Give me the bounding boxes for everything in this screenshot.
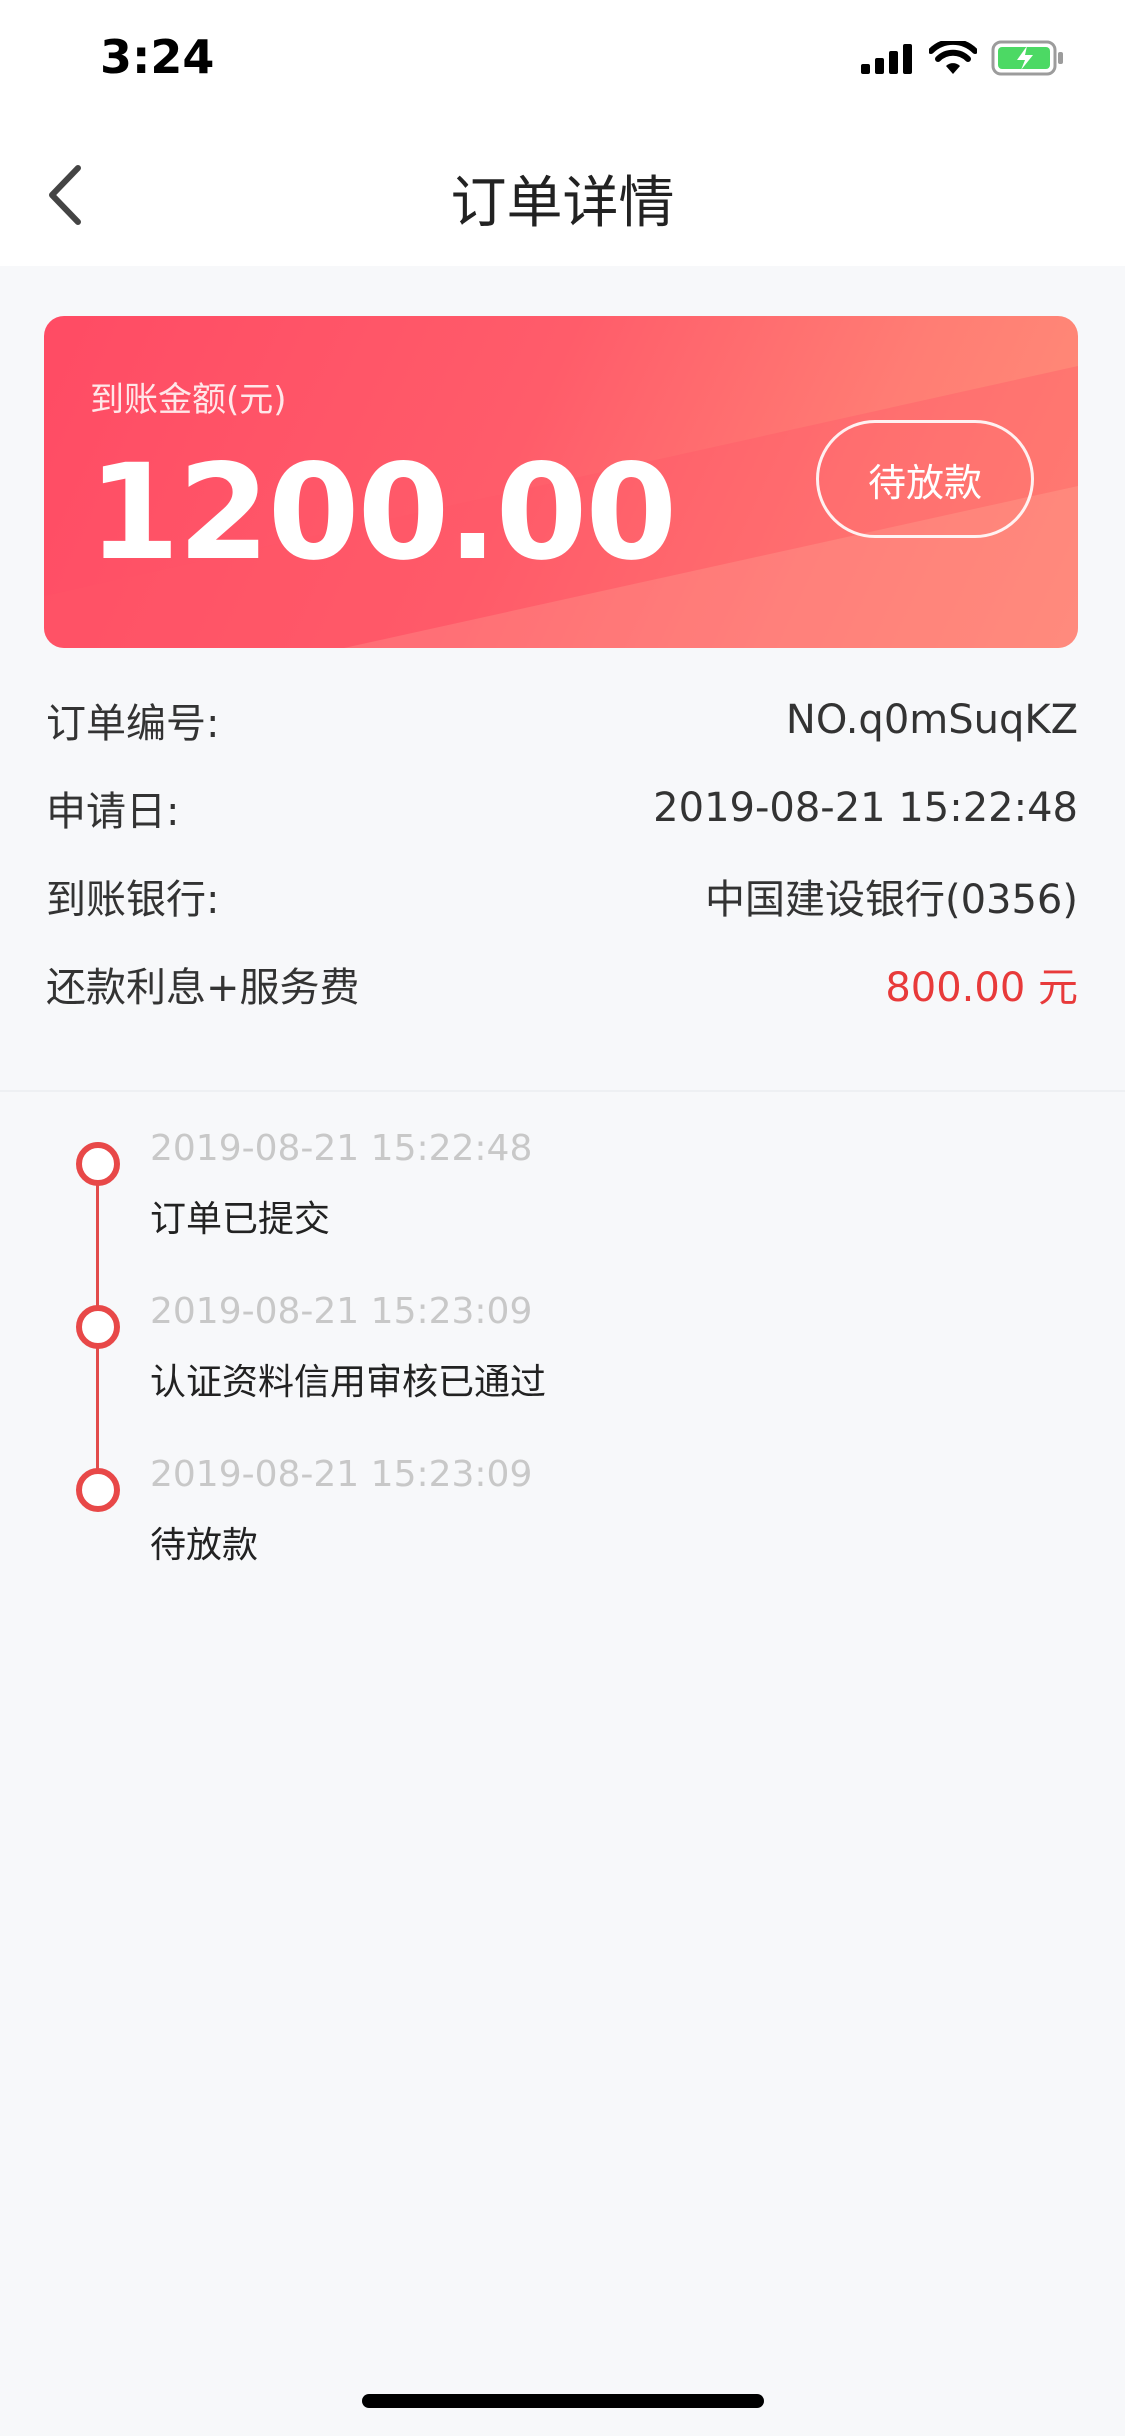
apply-date-row: 申请日: 2019-08-21 15:22:48 xyxy=(46,778,1078,838)
amount-value: 1200.00 xyxy=(88,436,677,590)
timeline-time: 2019-08-21 15:23:09 xyxy=(150,1454,533,1495)
status-time: 3:24 xyxy=(100,30,215,84)
battery-icon xyxy=(991,40,1063,76)
wifi-icon xyxy=(929,41,977,74)
apply-date-value: 2019-08-21 15:22:48 xyxy=(653,785,1078,831)
order-number-row: 订单编号: NO.q0mSuqKZ xyxy=(46,690,1078,750)
timeline-dot-icon xyxy=(76,1142,120,1186)
amount-label: 到账金额(元) xyxy=(90,380,287,420)
apply-date-label: 申请日: xyxy=(46,789,180,835)
timeline-time: 2019-08-21 15:23:09 xyxy=(150,1291,533,1332)
loan-status-button[interactable]: 待放款 xyxy=(816,420,1034,538)
status-bar: 3:24 xyxy=(0,0,1125,120)
fee-value: 800.00 元 xyxy=(885,965,1078,1011)
timeline-time: 2019-08-21 15:22:48 xyxy=(150,1128,533,1169)
fee-label: 还款利息+服务费 xyxy=(46,965,360,1011)
section-divider xyxy=(0,1090,1125,1092)
bank-value: 中国建设银行(0356) xyxy=(704,877,1078,923)
page-title: 订单详情 xyxy=(450,171,675,236)
amount-card: 到账金额(元) 1200.00 待放款 xyxy=(44,316,1078,648)
timeline-text: 待放款 xyxy=(150,1525,259,1566)
navbar: 订单详情 xyxy=(0,120,1125,266)
order-number-value: NO.q0mSuqKZ xyxy=(785,697,1078,743)
fee-row: 还款利息+服务费 800.00 元 xyxy=(46,954,1078,1014)
order-number-label: 订单编号: xyxy=(46,701,220,747)
status-icons xyxy=(861,40,1065,76)
timeline-dot-icon xyxy=(76,1468,120,1512)
timeline-text: 认证资料信用审核已通过 xyxy=(150,1362,547,1403)
timeline-dot-icon xyxy=(76,1305,120,1349)
bank-row: 到账银行: 中国建设银行(0356) xyxy=(46,866,1078,926)
signal-icon xyxy=(861,44,912,74)
bank-label: 到账银行: xyxy=(46,877,220,923)
home-indicator[interactable] xyxy=(362,2394,764,2408)
timeline-text: 订单已提交 xyxy=(150,1199,331,1240)
